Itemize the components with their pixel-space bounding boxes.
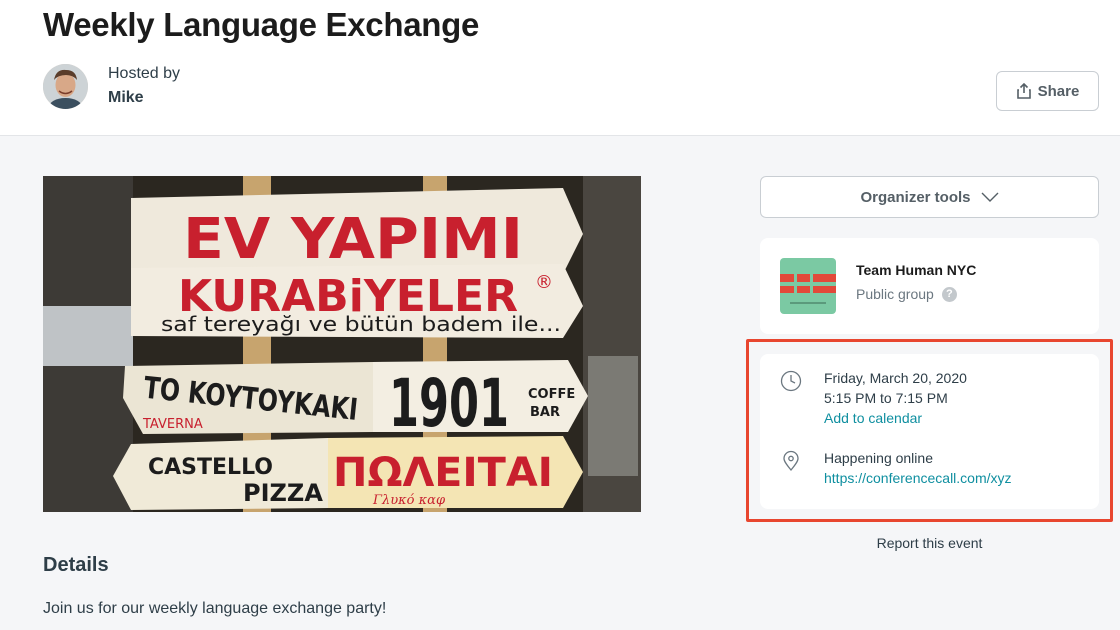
chevron-down-icon [981, 192, 999, 202]
group-type: Public group ? [856, 286, 957, 302]
page-title: Weekly Language Exchange [43, 6, 480, 43]
sign-ev-yapimi: EV YAPIMI [183, 207, 523, 272]
event-info-card: Friday, March 20, 2020 5:15 PM to 7:15 P… [760, 354, 1099, 509]
group-card[interactable]: Team Human NYC Public group ? [760, 238, 1099, 334]
sign-pizza: PIZZA [243, 479, 323, 507]
event-date: Friday, March 20, 2020 [824, 370, 967, 386]
organizer-tools-label: Organizer tools [860, 188, 971, 206]
details-description: Join us for our weekly language exchange… [43, 600, 387, 617]
location-link[interactable]: https://conferencecall.com/xyz [824, 470, 1012, 486]
share-icon [1016, 83, 1031, 99]
organizer-tools-button[interactable]: Organizer tools [760, 176, 1099, 218]
group-name[interactable]: Team Human NYC [856, 262, 976, 278]
event-photo: EV YAPIMI KURABiYELER ® saf tereyağı ve … [43, 176, 641, 512]
sign-1901: 1901 [389, 365, 509, 442]
host-avatar-image [43, 64, 88, 109]
sign-bar: BAR [530, 405, 560, 420]
report-event-link[interactable]: Report this event [760, 535, 1099, 551]
details-heading: Details [43, 554, 109, 576]
location-pin-icon [783, 450, 799, 472]
event-location: Happening online [824, 450, 933, 466]
share-label: Share [1037, 82, 1080, 100]
group-logo[interactable] [780, 258, 836, 314]
sign-poleitai: ΠΩΛΕΙΤΑΙ [333, 450, 553, 496]
signs-photo: EV YAPIMI KURABiYELER ® saf tereyağı ve … [43, 176, 641, 512]
sign-glyko: Γλυκό καφ [372, 493, 446, 508]
sign-coffe: COFFE [528, 387, 575, 402]
group-logo-image [780, 258, 836, 314]
sign-taverna: TAVERNA [142, 417, 203, 432]
avatar[interactable] [43, 64, 88, 109]
add-to-calendar-link[interactable]: Add to calendar [824, 410, 922, 426]
clock-icon [780, 370, 802, 392]
sign-tereyagi: saf tereyağı ve bütün badem ile... [161, 312, 561, 336]
hosted-by-label: Hosted by [108, 65, 181, 82]
group-type-label: Public group [856, 286, 934, 302]
share-button[interactable]: Share [996, 71, 1099, 111]
help-icon[interactable]: ? [941, 286, 957, 302]
host-name[interactable]: Mike [108, 89, 144, 107]
event-header: Weekly Language Exchange Hosted by Mike … [0, 0, 1120, 136]
sign-registered: ® [535, 272, 553, 293]
event-time: 5:15 PM to 7:15 PM [824, 390, 948, 406]
sign-castello: CASTELLO [148, 455, 273, 480]
